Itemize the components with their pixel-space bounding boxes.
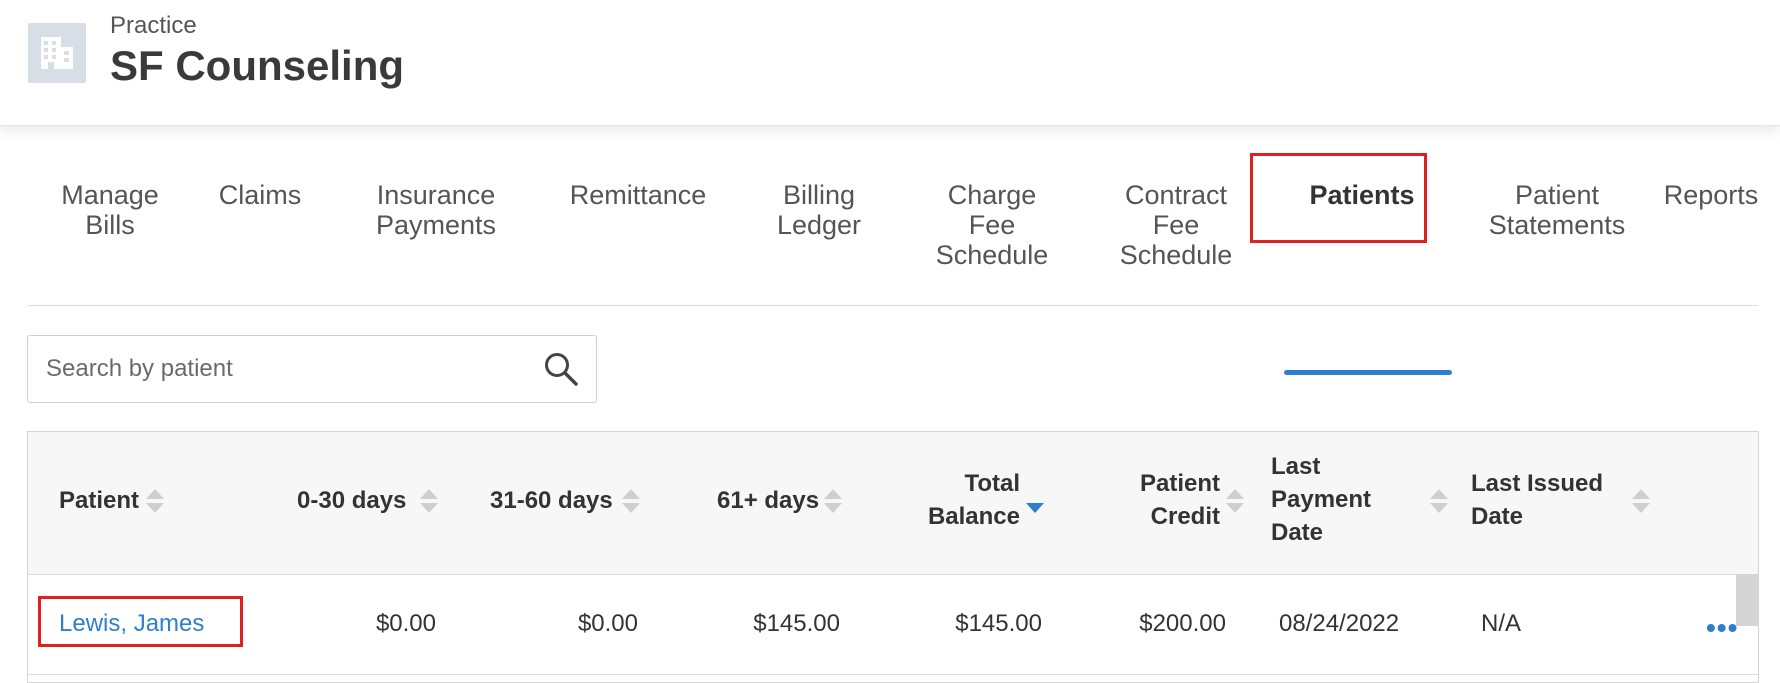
search-icon[interactable] — [542, 350, 580, 393]
search-input[interactable] — [44, 348, 528, 390]
table-scrollbar[interactable] — [1736, 574, 1758, 626]
patient-search-box — [27, 335, 597, 403]
sort-icon[interactable] — [420, 487, 438, 517]
active-tab-underline — [1284, 370, 1452, 375]
tab-contract-fee-schedule[interactable]: Contract Fee Schedule — [1102, 180, 1250, 270]
col-0-30-days[interactable]: 0-30 days — [297, 484, 406, 517]
practice-kicker: Practice — [110, 12, 197, 39]
col-total-balance[interactable]: Total Balance — [908, 467, 1020, 533]
col-last-issued-date[interactable]: Last Issued Date — [1471, 467, 1631, 533]
tab-remittance[interactable]: Remittance — [558, 180, 718, 210]
col-patient-credit[interactable]: Patient Credit — [1108, 467, 1220, 533]
cell-61-plus-days: $145.00 — [753, 610, 840, 637]
billing-tabs: Manage Bills Claims Insurance Payments R… — [28, 130, 1758, 375]
cell-patient-credit: $200.00 — [1139, 610, 1226, 637]
tab-reports[interactable]: Reports — [1656, 180, 1766, 210]
cell-0-30-days: $0.00 — [375, 610, 436, 637]
col-61-plus-days[interactable]: 61+ days — [717, 484, 819, 517]
more-dots-icon[interactable]: ••• — [1706, 612, 1738, 644]
patient-link[interactable]: Lewis, James — [59, 610, 204, 638]
patients-balance-table: Patient 0-30 days 31-60 days 61+ days To… — [27, 431, 1759, 683]
tab-claims[interactable]: Claims — [214, 180, 306, 210]
cell-last-issued-date: N/A — [1481, 610, 1522, 637]
sort-icon[interactable] — [1430, 487, 1448, 517]
practice-header: Practice SF Counseling — [0, 0, 1780, 126]
sort-icon[interactable] — [824, 487, 842, 517]
col-last-payment-date[interactable]: Last Payment Date — [1271, 450, 1391, 549]
practice-name: SF Counseling — [110, 42, 404, 89]
tab-patient-statements[interactable]: Patient Statements — [1452, 180, 1662, 240]
tab-insurance-payments[interactable]: Insurance Payments — [366, 180, 506, 240]
sort-icon[interactable] — [1632, 487, 1650, 517]
table-header: Patient 0-30 days 31-60 days 61+ days To… — [28, 432, 1758, 575]
building-icon — [28, 23, 86, 83]
sort-icon[interactable] — [146, 487, 164, 517]
sort-icon[interactable] — [622, 487, 640, 517]
table-row: Lewis, James $0.00 $0.00 $145.00 $145.00… — [28, 574, 1758, 675]
sort-icon[interactable] — [1226, 487, 1244, 517]
tab-billing-ledger[interactable]: Billing Ledger — [764, 180, 874, 240]
cell-31-60-days: $0.00 — [577, 610, 638, 637]
cell-last-payment-date: 08/24/2022 — [1279, 610, 1400, 637]
tab-charge-fee-schedule[interactable]: Charge Fee Schedule — [922, 180, 1062, 270]
col-patient[interactable]: Patient — [59, 484, 139, 517]
tab-patients[interactable]: Patients — [1274, 180, 1450, 210]
tab-manage-bills[interactable]: Manage Bills — [50, 180, 170, 240]
cell-total-balance: $145.00 — [955, 610, 1042, 637]
sort-desc-icon[interactable] — [1026, 487, 1044, 517]
col-31-60-days[interactable]: 31-60 days — [490, 484, 613, 517]
